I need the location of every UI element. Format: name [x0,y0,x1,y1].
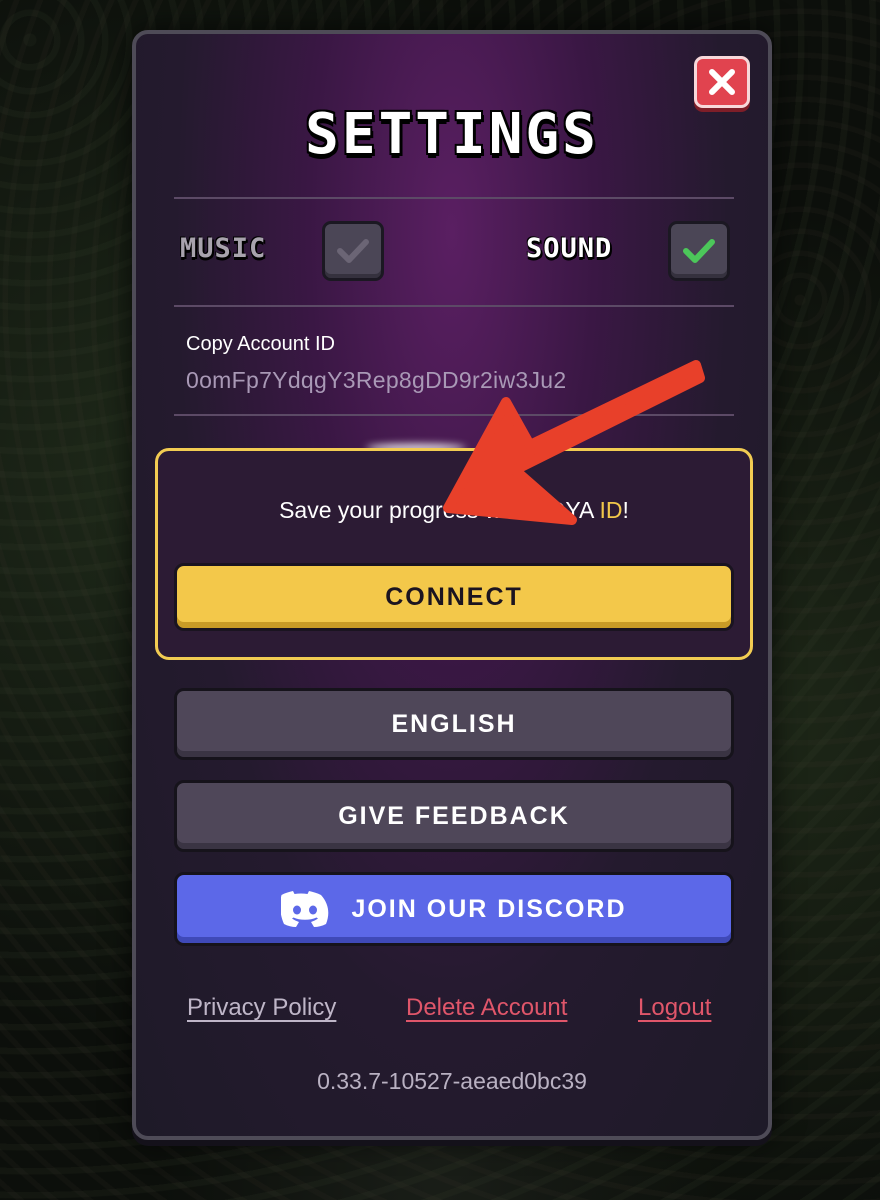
divider [174,305,734,307]
divider [174,197,734,199]
page-title: SETTINGS [305,102,599,167]
save-text-prefix: Save your progress with VOYA [279,497,600,523]
save-progress-box: Save your progress with VOYA ID! CONNECT [155,448,753,660]
music-label: MUSIC [180,233,267,264]
divider [174,414,734,416]
discord-icon [281,891,329,927]
privacy-policy-link[interactable]: Privacy Policy [187,994,336,1022]
account-id-value[interactable]: 0omFp7YdqgY3Rep8gDD9r2iw3Ju2 [186,367,566,394]
close-icon [709,69,735,95]
language-button[interactable]: ENGLISH [174,688,734,760]
settings-panel: SETTINGS MUSIC SOUND Copy Account ID 0om… [132,30,772,1140]
join-discord-button[interactable]: JOIN OUR DISCORD [174,872,734,946]
delete-account-link[interactable]: Delete Account [406,994,567,1022]
close-button[interactable] [694,56,750,108]
save-progress-text: Save your progress with VOYA ID! [158,497,750,524]
music-checkbox[interactable] [322,221,384,281]
save-text-accent: ID [599,497,623,523]
check-icon [337,239,369,263]
save-text-suffix: ! [622,497,629,523]
version-text: 0.33.7-10527-aeaed0bc39 [317,1068,587,1094]
discord-button-label: JOIN OUR DISCORD [351,894,627,923]
sound-checkbox[interactable] [668,221,730,281]
logout-link[interactable]: Logout [638,994,711,1022]
give-feedback-button[interactable]: GIVE FEEDBACK [174,780,734,852]
check-icon [683,239,715,263]
connect-button[interactable]: CONNECT [174,563,734,631]
sound-label: SOUND [526,233,613,264]
copy-account-id-label[interactable]: Copy Account ID [186,333,335,356]
